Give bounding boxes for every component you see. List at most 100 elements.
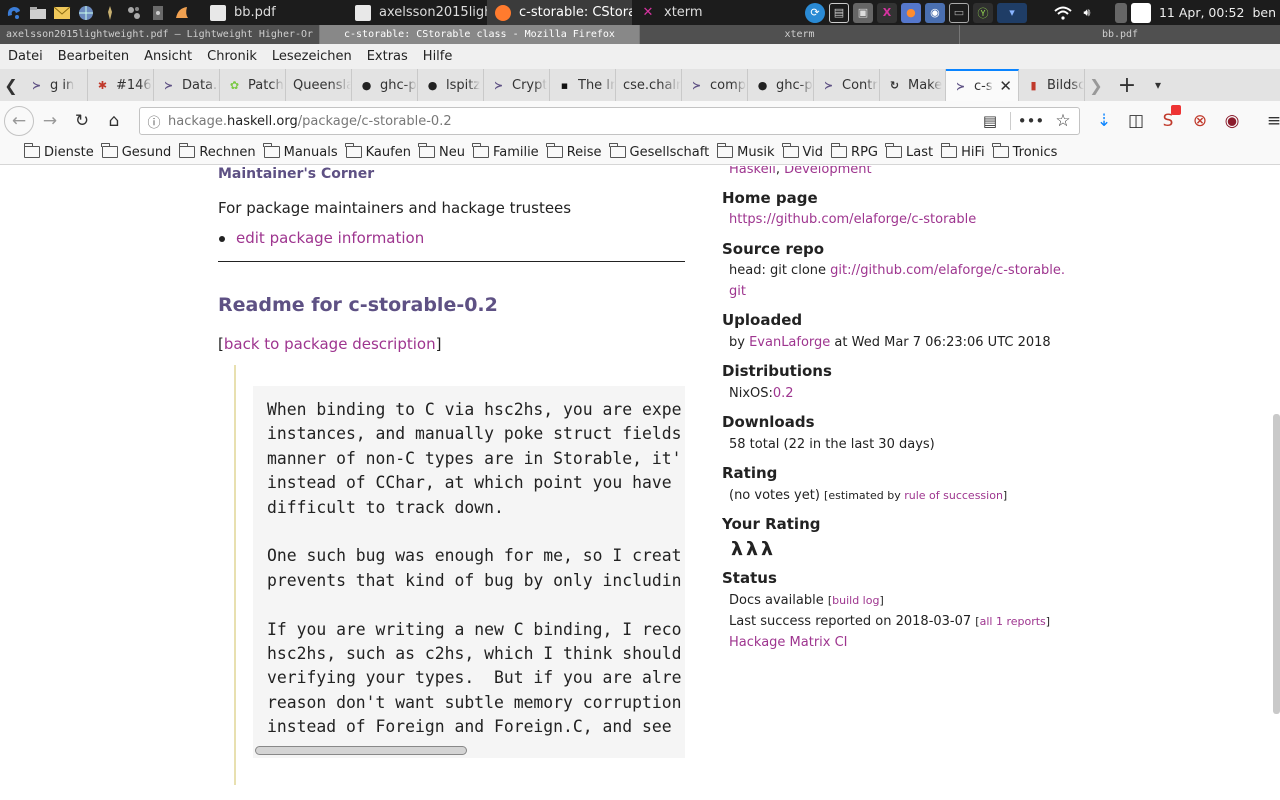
display-icon[interactable]: ▾	[996, 2, 1027, 23]
window-title-firefox[interactable]: c-storable: CStorable class - Mozilla Fi…	[320, 25, 640, 44]
back-to-package-description-link[interactable]: back to package description	[224, 335, 436, 353]
source-repo-link-cont[interactable]: git	[729, 284, 746, 299]
update-icon[interactable]: Ⓨ	[972, 2, 993, 23]
task-xterm[interactable]: ✕ xterm	[632, 0, 772, 25]
tab[interactable]: ▮ Bildsc	[1019, 69, 1085, 101]
xserver-icon[interactable]: X	[876, 2, 897, 23]
clipboard-icon[interactable]: ▤	[828, 2, 849, 23]
scroll-tabs-right-icon[interactable]: ❯	[1085, 69, 1107, 101]
tab-list-chevron-icon[interactable]: ▾	[1147, 69, 1169, 101]
bookmark-folder[interactable]: Tronics	[992, 143, 1057, 160]
all-reports-link[interactable]: all 1 reports	[980, 615, 1046, 628]
menu-chronik[interactable]: Chronik	[207, 49, 257, 64]
menu-lesezeichen[interactable]: Lesezeichen	[272, 49, 352, 64]
sidebar-icon[interactable]: ◫	[1120, 105, 1152, 137]
bookmark-folder[interactable]: Reise	[546, 143, 602, 160]
file-manager-icon[interactable]	[28, 3, 48, 23]
homepage-link[interactable]: https://github.com/elaforge/c-storable	[729, 212, 976, 227]
game-icon[interactable]	[148, 3, 168, 23]
sync-icon[interactable]: ⟳	[804, 2, 825, 23]
tab[interactable]: ✱ #146	[88, 69, 154, 101]
build-log-link[interactable]: build log	[832, 594, 879, 607]
menu-bearbeiten[interactable]: Bearbeiten	[58, 49, 129, 64]
start-menu-icon[interactable]	[4, 3, 24, 23]
url-text[interactable]: hackage.haskell.org/package/c-storable-0…	[168, 114, 452, 129]
new-tab-icon[interactable]: +	[1107, 69, 1147, 101]
page-actions-icon[interactable]: •••	[1015, 105, 1047, 137]
task-firefox[interactable]: c-storable: CStora...	[487, 0, 632, 25]
bookmark-folder[interactable]: Gesellschaft	[609, 143, 709, 160]
bookmark-folder[interactable]: Kaufen	[345, 143, 411, 160]
menu-hilfe[interactable]: Hilfe	[423, 49, 453, 64]
tab[interactable]: ≻ c-s ✕	[946, 69, 1019, 101]
menu-hamburger-icon[interactable]: ≡	[1258, 105, 1280, 137]
menu-ansicht[interactable]: Ansicht	[144, 49, 192, 64]
menu-extras[interactable]: Extras	[367, 49, 408, 64]
rating-lambda-icons[interactable]: λλλ	[731, 538, 776, 560]
tab[interactable]: Queensla	[286, 69, 352, 101]
bookmark-folder[interactable]: HiFi	[940, 143, 985, 160]
wifi-icon[interactable]	[1053, 3, 1073, 23]
window-title-bb[interactable]: bb.pdf	[960, 25, 1280, 44]
tab[interactable]: cse.chalm	[616, 69, 682, 101]
home-icon[interactable]: ⌂	[98, 105, 130, 137]
tab[interactable]: ● lspitz	[418, 69, 484, 101]
network-manager-icon[interactable]: ◉	[924, 2, 945, 23]
rule-of-succession-link[interactable]: rule of succession	[904, 489, 1003, 502]
bookmark-folder[interactable]: Gesund	[101, 143, 171, 160]
bookmark-folder[interactable]: Vid	[782, 143, 823, 160]
task-axelsson-pdf[interactable]: axelsson2015light...	[347, 0, 487, 25]
tab[interactable]: ✿ Patch	[220, 69, 286, 101]
tab[interactable]: ≻ Contr	[814, 69, 880, 101]
tools-icon[interactable]	[100, 3, 120, 23]
tab[interactable]: ↻ Make	[880, 69, 946, 101]
tab[interactable]: ≻ Data.I	[154, 69, 220, 101]
battery-icon[interactable]	[1114, 2, 1127, 23]
tab[interactable]: ≻ comp	[682, 69, 748, 101]
back-icon[interactable]: ←	[4, 105, 34, 136]
category-development-link[interactable]: Development	[784, 166, 872, 177]
downloads-icon[interactable]: ⇣	[1088, 105, 1120, 137]
uploader-link[interactable]: EvanLaforge	[749, 335, 830, 350]
user-name[interactable]: ben	[1252, 5, 1276, 20]
source-repo-link[interactable]: git://github.com/elaforge/c-storable.	[830, 263, 1065, 278]
reload-icon[interactable]: ↻	[66, 105, 98, 137]
block-icon[interactable]: ⊗	[1184, 105, 1216, 137]
close-tab-icon[interactable]: ✕	[999, 77, 1012, 95]
category-haskell-link[interactable]: Haskell	[729, 166, 776, 177]
settings-icon[interactable]	[124, 3, 144, 23]
mail-icon[interactable]	[52, 3, 72, 23]
page-vertical-scrollbar[interactable]	[1273, 414, 1280, 714]
dist-version-link[interactable]: 0.2	[773, 386, 794, 401]
forward-icon[interactable]: →	[34, 105, 66, 137]
bookmark-folder[interactable]: Familie	[472, 143, 539, 160]
bookmark-folder[interactable]: RPG	[830, 143, 878, 160]
tab[interactable]: ● ghc-p	[352, 69, 418, 101]
foot-icon[interactable]	[172, 3, 192, 23]
volume-icon[interactable]: 🔊︎	[1077, 3, 1097, 23]
reader-view-icon[interactable]: ▤	[974, 105, 1006, 137]
bookmark-star-icon[interactable]: ☆	[1047, 105, 1079, 137]
monitor-icon[interactable]: ▭	[948, 2, 969, 23]
bookmark-folder[interactable]: Last	[885, 143, 933, 160]
task-bb-pdf[interactable]: bb.pdf	[202, 0, 347, 25]
privacy-icon[interactable]: ◉	[1216, 105, 1248, 137]
bookmark-folder[interactable]: Neu	[418, 143, 465, 160]
bookmark-folder[interactable]: Rechnen	[178, 143, 256, 160]
menu-datei[interactable]: Datei	[8, 49, 43, 64]
notes-icon[interactable]	[1130, 2, 1151, 23]
window-title-xterm[interactable]: xterm	[640, 25, 960, 44]
window-icon[interactable]: ▣	[852, 2, 873, 23]
hackage-matrix-ci-link[interactable]: Hackage Matrix CI	[729, 635, 848, 650]
tab[interactable]: ▪ The In	[550, 69, 616, 101]
firefox-tray-icon[interactable]: ●	[900, 2, 921, 23]
window-title-axelsson[interactable]: axelsson2015lightweight.pdf — Lightweigh…	[0, 25, 320, 44]
tab[interactable]: ≻ g in	[22, 69, 88, 101]
info-icon[interactable]: ⓘ	[140, 112, 168, 131]
scroll-tabs-left-icon[interactable]: ❮	[0, 69, 22, 101]
bookmark-folder[interactable]: Manuals	[263, 143, 338, 160]
bookmark-folder[interactable]: Musik	[716, 143, 775, 160]
noscript-icon[interactable]: S	[1152, 105, 1184, 137]
tab[interactable]: ≻ Crypt	[484, 69, 550, 101]
bookmark-folder[interactable]: Dienste	[23, 143, 94, 160]
